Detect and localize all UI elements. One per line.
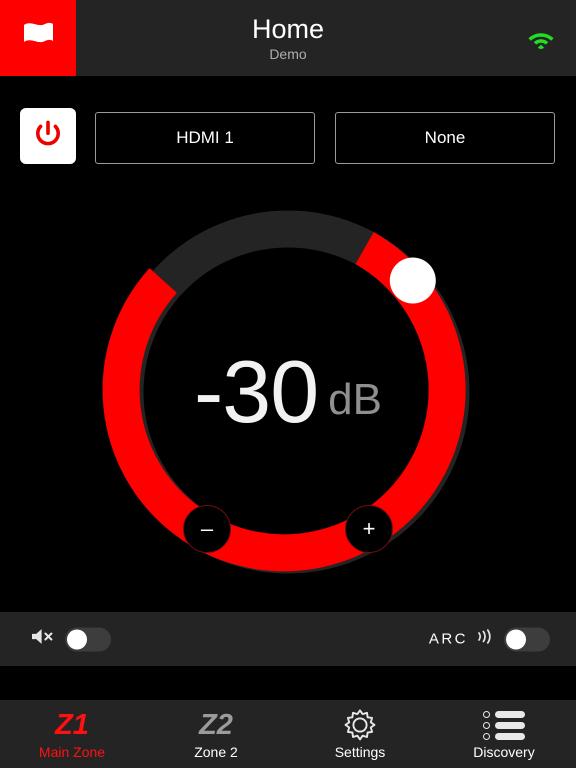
power-icon bbox=[33, 119, 63, 154]
tab-settings-label: Settings bbox=[334, 744, 386, 760]
toggle-bar: ARC bbox=[0, 612, 576, 666]
volume-down-button[interactable]: – bbox=[183, 505, 231, 553]
flag-button[interactable] bbox=[0, 0, 76, 76]
wifi-icon bbox=[526, 26, 556, 50]
gear-icon bbox=[343, 708, 377, 742]
flag-icon bbox=[21, 21, 55, 56]
header-title-block: Home Demo bbox=[0, 0, 576, 76]
input-select-main-label: HDMI 1 bbox=[176, 128, 234, 147]
mute-switch-knob bbox=[67, 629, 87, 649]
minus-icon: – bbox=[200, 516, 214, 541]
mute-switch[interactable] bbox=[65, 627, 111, 651]
tab-discovery[interactable]: Discovery bbox=[432, 700, 576, 768]
mute-toggle-group bbox=[30, 627, 111, 652]
plus-icon: + bbox=[362, 516, 376, 541]
tab-main-zone[interactable]: Z1 Main Zone bbox=[0, 700, 144, 768]
tab-discovery-label: Discovery bbox=[473, 744, 535, 760]
source-row: HDMI 1 None bbox=[0, 108, 576, 168]
mute-icon bbox=[30, 627, 56, 652]
arc-switch-knob bbox=[506, 629, 526, 649]
header-bar: Home Demo bbox=[0, 0, 576, 76]
tab-bar: Z1 Main Zone Z2 Zone 2 Settings Discover… bbox=[0, 700, 576, 768]
tab-main-zone-label: Main Zone bbox=[38, 744, 106, 760]
input-select-secondary[interactable]: None bbox=[335, 112, 555, 164]
zone2-icon: Z2 bbox=[199, 709, 233, 741]
volume-dial-graphic[interactable] bbox=[88, 192, 488, 592]
volume-knob[interactable] bbox=[389, 257, 436, 304]
app-root: Home Demo HDMI 1 None -30 dB – + ARC Z1 … bbox=[0, 0, 576, 768]
page-title: Home bbox=[251, 13, 325, 44]
input-select-secondary-label: None bbox=[424, 128, 466, 147]
arc-toggle-group: ARC bbox=[429, 627, 550, 652]
tab-zone-2[interactable]: Z2 Zone 2 bbox=[144, 700, 288, 768]
tab-settings[interactable]: Settings bbox=[288, 700, 432, 768]
volume-dial[interactable]: -30 dB bbox=[88, 192, 488, 592]
list-icon bbox=[483, 708, 525, 742]
volume-up-button[interactable]: + bbox=[345, 505, 393, 553]
tab-zone-2-label: Zone 2 bbox=[194, 744, 238, 760]
zone1-icon: Z1 bbox=[55, 709, 89, 741]
sound-waves-icon bbox=[475, 627, 495, 652]
power-button[interactable] bbox=[20, 108, 76, 164]
input-select-main[interactable]: HDMI 1 bbox=[95, 112, 315, 164]
arc-switch[interactable] bbox=[504, 627, 550, 651]
arc-label: ARC bbox=[428, 630, 468, 648]
page-subtitle: Demo bbox=[269, 45, 307, 62]
